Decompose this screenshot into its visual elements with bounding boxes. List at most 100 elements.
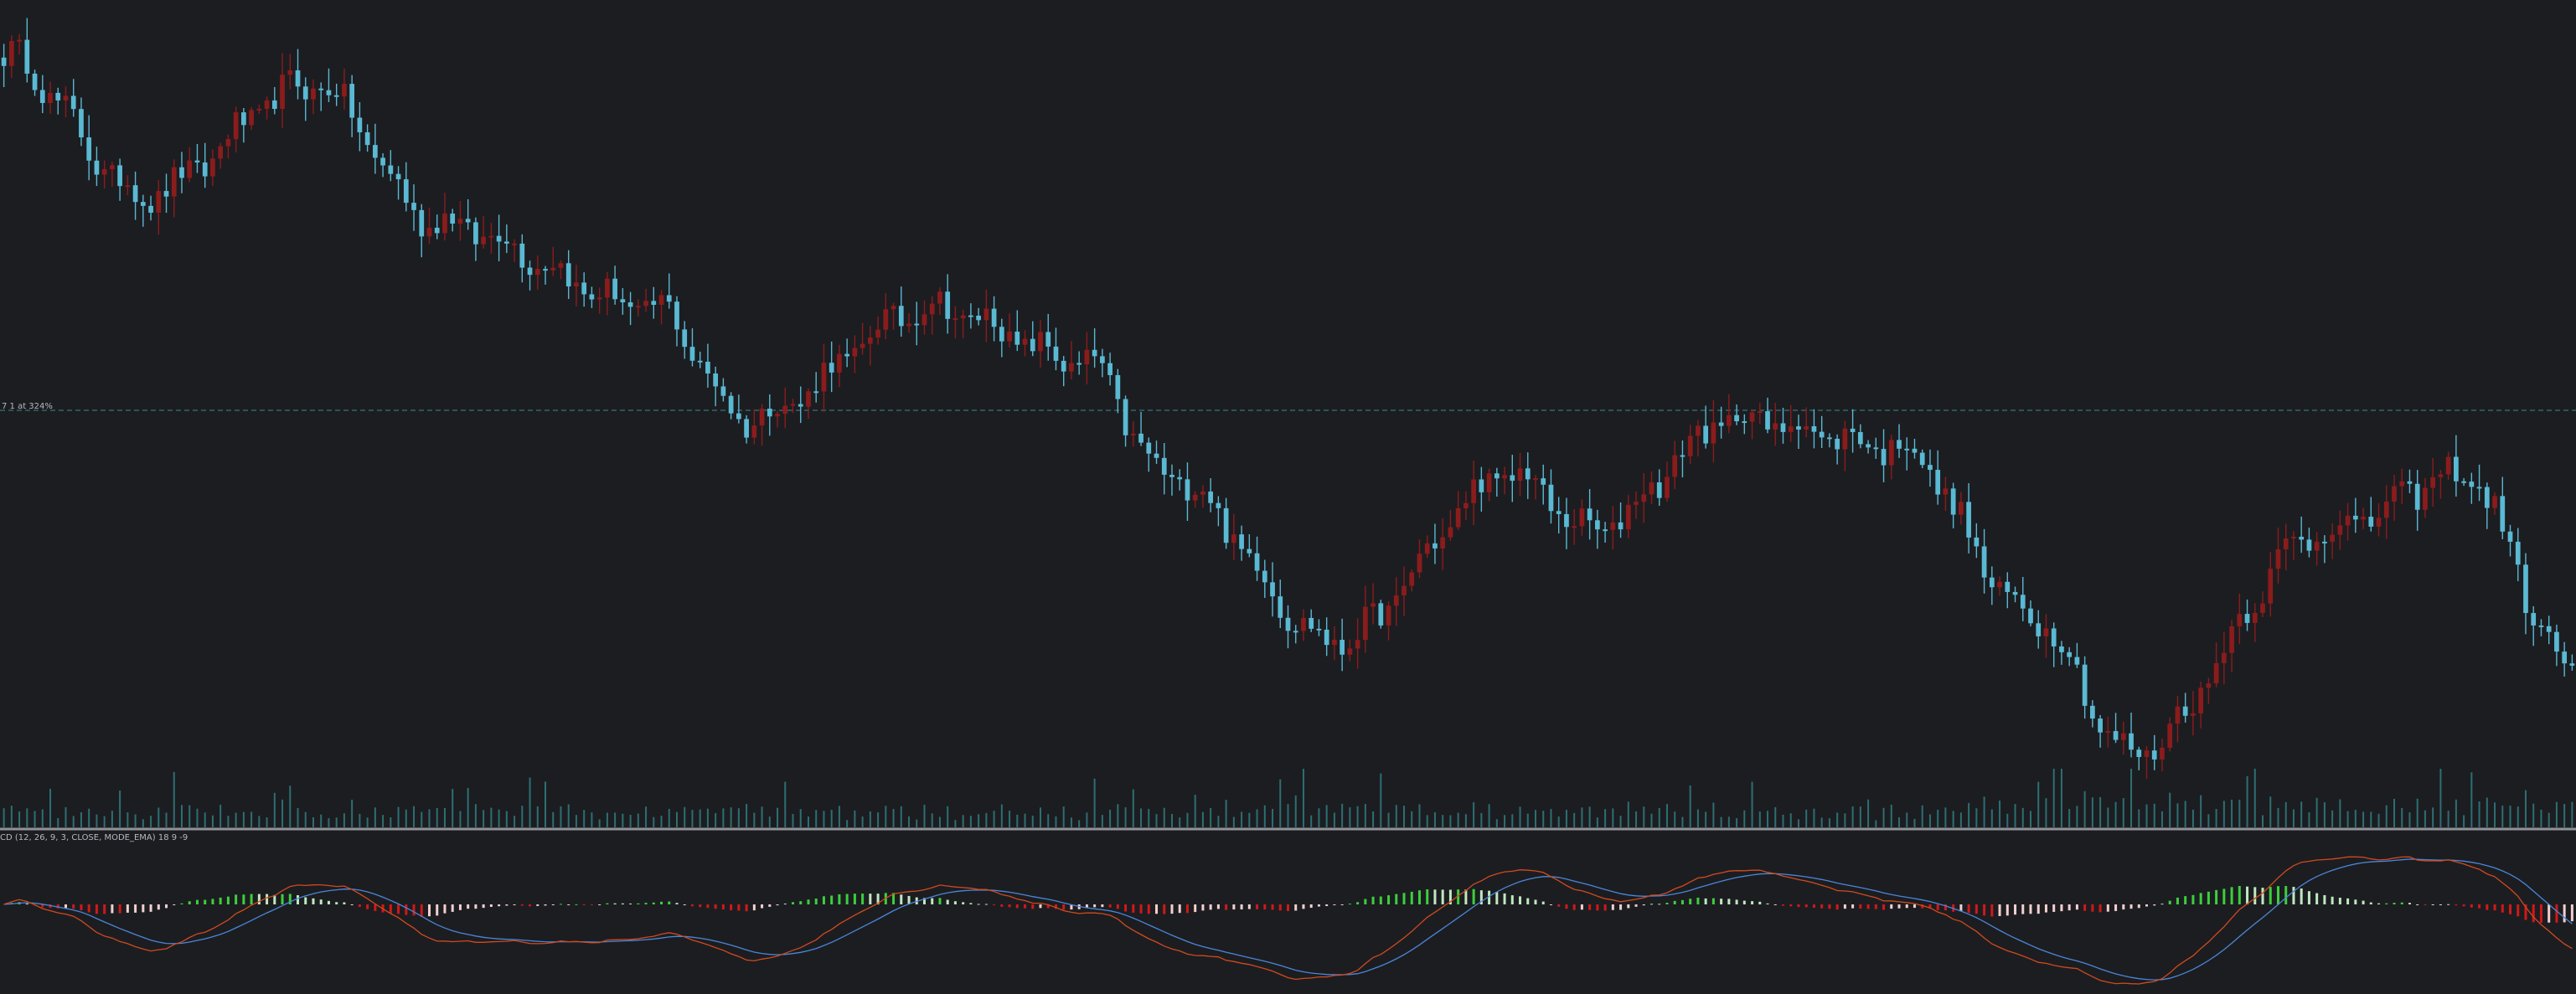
volume-bar: [606, 812, 608, 827]
macd-histogram-bar: [2246, 886, 2249, 904]
candle-body: [2182, 706, 2188, 716]
candle-body: [2120, 733, 2126, 740]
volume-bar: [2091, 797, 2093, 827]
macd-histogram-bar: [2563, 904, 2566, 923]
candle: [2167, 717, 2173, 752]
volume-bar: [1016, 814, 1019, 827]
candle-body: [380, 157, 385, 166]
candle: [2454, 435, 2459, 497]
candle-body: [426, 227, 432, 237]
volume-bar: [1364, 804, 1366, 827]
candle: [241, 107, 246, 143]
candle: [844, 338, 850, 368]
macd-histogram-bar: [1317, 904, 1320, 907]
candle: [1022, 330, 1028, 357]
candle: [2461, 477, 2466, 487]
candle-body: [867, 337, 873, 344]
candle: [512, 239, 517, 262]
candle-body: [1402, 585, 1407, 596]
volume-bar: [1968, 802, 1970, 827]
volume-bar: [1225, 800, 1227, 827]
candle: [442, 193, 447, 241]
macd-histogram-bar: [2207, 891, 2210, 904]
candle-body: [1696, 425, 1701, 436]
volume-bar: [993, 811, 995, 827]
volume-bar: [1464, 814, 1467, 827]
candle-body: [643, 301, 648, 306]
candle: [1146, 437, 1152, 472]
candle-body: [2129, 733, 2134, 750]
volume-bar: [2045, 798, 2047, 827]
macd-histogram-bar: [1031, 904, 1035, 909]
macd-histogram-bar: [498, 904, 501, 907]
macd-histogram-bar: [2284, 886, 2288, 904]
macd-histogram-bar: [1271, 904, 1274, 910]
candle-body: [2105, 731, 2111, 734]
volume-bar: [320, 814, 323, 827]
candle-body: [1572, 526, 1577, 528]
macd-histogram-bar: [1433, 889, 1437, 904]
candle-body: [1888, 440, 1894, 466]
candle: [929, 296, 935, 335]
volume-bar: [1565, 810, 1567, 827]
candle: [1610, 506, 1616, 550]
candle: [751, 409, 757, 445]
candle-body: [287, 70, 293, 75]
candle-body: [543, 269, 548, 271]
candle: [2260, 591, 2265, 617]
candle: [2306, 528, 2312, 558]
volume-bar: [119, 791, 121, 827]
volume-bar: [1937, 810, 1939, 827]
macd-histogram-bar: [2269, 887, 2272, 904]
macd-histogram-bar: [1333, 904, 1336, 905]
macd-histogram-bar: [1062, 904, 1066, 910]
macd-histogram-bar: [2517, 904, 2520, 917]
candle-body: [2067, 652, 2073, 657]
candle: [503, 224, 509, 254]
candle: [342, 68, 347, 110]
macd-histogram-bar: [652, 902, 655, 904]
volume-bar: [1550, 809, 1552, 827]
volume-bar: [815, 810, 818, 827]
macd-histogram-bar: [2191, 894, 2195, 904]
candle-body: [2260, 603, 2265, 614]
candle: [2020, 576, 2026, 621]
macd-histogram-bar: [1665, 902, 1669, 904]
macd-histogram-bar: [1711, 898, 1715, 904]
macd-histogram-bar: [1395, 894, 1398, 904]
candle: [295, 49, 301, 100]
candle-body: [534, 269, 540, 276]
candle: [1486, 468, 1492, 502]
candle-body: [1448, 527, 1453, 538]
volume-bar: [1078, 820, 1081, 827]
candle: [1216, 496, 1221, 527]
volume-bar: [421, 811, 423, 827]
candle: [488, 223, 494, 255]
candle: [1680, 440, 1685, 478]
candle: [1309, 609, 1314, 632]
candle-body: [2160, 747, 2165, 760]
candle-body: [2191, 713, 2196, 716]
volume-bar: [2246, 775, 2248, 827]
candle-body: [1672, 455, 1678, 477]
volume-bar: [1403, 806, 1406, 827]
candle: [1718, 406, 1724, 439]
candle-body: [1030, 338, 1035, 352]
candle: [960, 309, 966, 338]
macd-histogram-bar: [520, 904, 524, 906]
volume-bar: [514, 816, 516, 827]
volume-bar: [2439, 769, 2442, 827]
candle-body: [465, 219, 471, 223]
candle-body: [249, 110, 254, 126]
volume-bar: [1990, 809, 1993, 827]
macd-histogram-bar: [2129, 904, 2133, 909]
macd-histogram-bar: [1519, 896, 1522, 904]
candle: [2191, 691, 2196, 736]
candle: [1324, 617, 1329, 657]
volume-bar: [1163, 807, 1165, 827]
macd-histogram-bar: [2338, 898, 2341, 904]
candle-body: [565, 263, 571, 287]
candle-body: [1169, 474, 1174, 477]
candle-body: [898, 306, 904, 327]
volume-bar: [126, 812, 129, 827]
